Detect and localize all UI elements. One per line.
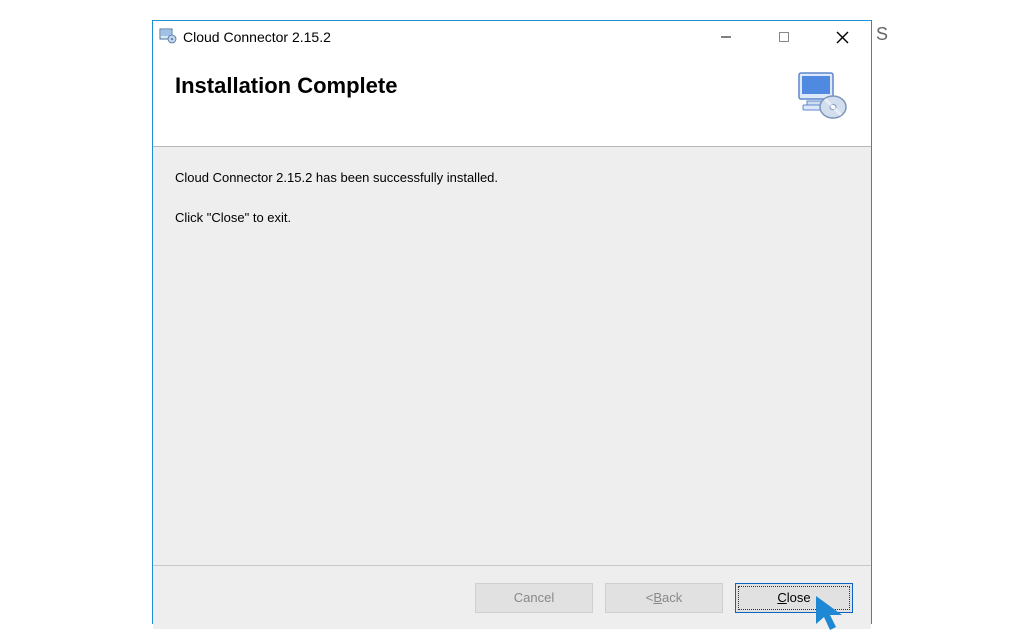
close-button[interactable]: Close bbox=[735, 583, 853, 613]
cancel-button: Cancel bbox=[475, 583, 593, 613]
close-button-accel: C bbox=[777, 590, 786, 605]
back-button: < Back bbox=[605, 583, 723, 613]
window-title: Cloud Connector 2.15.2 bbox=[183, 29, 331, 45]
page-heading: Installation Complete bbox=[175, 73, 397, 99]
close-button-rest: lose bbox=[787, 590, 811, 605]
computer-disc-icon bbox=[795, 69, 849, 126]
stray-letter: S bbox=[876, 24, 888, 45]
footer-area: Cancel < Back Close bbox=[153, 565, 871, 629]
minimize-button[interactable] bbox=[697, 21, 755, 53]
maximize-button[interactable] bbox=[755, 21, 813, 53]
window-controls bbox=[697, 21, 871, 53]
installer-app-icon bbox=[159, 26, 177, 49]
titlebar: Cloud Connector 2.15.2 bbox=[153, 21, 871, 53]
installer-window: Cloud Connector 2.15.2 Installation Comp… bbox=[152, 20, 872, 624]
title-left: Cloud Connector 2.15.2 bbox=[159, 26, 331, 49]
close-window-button[interactable] bbox=[813, 21, 871, 53]
body-area: Cloud Connector 2.15.2 has been successf… bbox=[153, 147, 871, 565]
cancel-button-label: Cancel bbox=[514, 590, 554, 605]
status-line-1: Cloud Connector 2.15.2 has been successf… bbox=[175, 169, 849, 187]
back-button-rest: ack bbox=[662, 590, 682, 605]
status-line-2: Click "Close" to exit. bbox=[175, 209, 849, 227]
back-button-prefix: < bbox=[646, 590, 654, 605]
back-button-accel: B bbox=[653, 590, 662, 605]
header-area: Installation Complete bbox=[153, 53, 871, 146]
